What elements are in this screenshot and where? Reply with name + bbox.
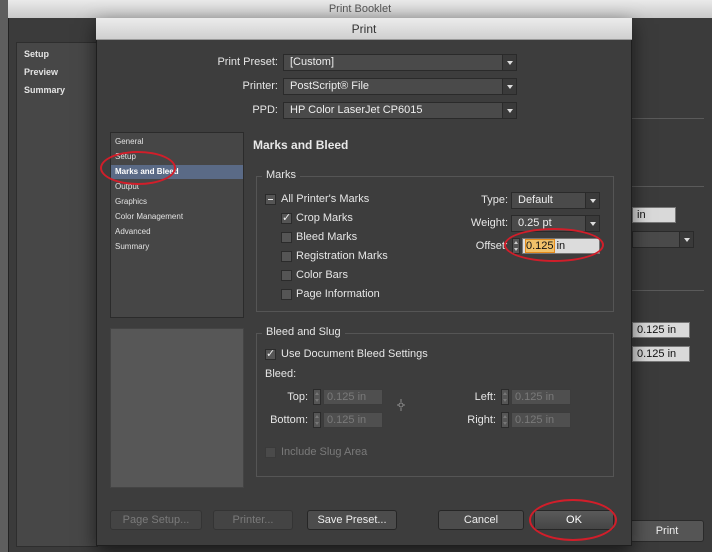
section-title: Marks and Bleed [253, 138, 349, 152]
bg-divider [632, 118, 704, 119]
type-label: Type: [481, 194, 508, 206]
category-marks-and-bleed[interactable]: Marks and Bleed [111, 165, 243, 179]
right-input[interactable]: 0.125 in [511, 412, 571, 428]
right-label: Right: [467, 414, 496, 426]
print-preset-value: [Custom] [290, 56, 335, 68]
printer-dropdown[interactable]: PostScript® File [283, 78, 517, 95]
chevron-down-icon [585, 216, 599, 231]
ppd-value: HP Color LaserJet CP6015 [290, 104, 423, 116]
page-setup-button[interactable]: Page Setup... [110, 510, 202, 530]
left-stepper[interactable] [501, 389, 509, 405]
weight-dropdown[interactable]: 0.25 pt [511, 215, 600, 232]
page-information-label: Page Information [296, 288, 380, 300]
ppd-label: PPD: [252, 104, 278, 116]
offset-input[interactable]: 0.125 in [522, 238, 600, 254]
weight-value: 0.25 pt [518, 217, 552, 229]
registration-marks-label: Registration Marks [296, 250, 388, 262]
print-preset-dropdown[interactable]: [Custom] [283, 54, 517, 71]
color-bars-checkbox[interactable] [281, 270, 292, 281]
background-sidebar: Setup Preview Summary [16, 42, 98, 547]
printer-label: Printer: [242, 80, 278, 92]
dialog-title: Print [96, 18, 632, 40]
bottom-label: Bottom: [270, 414, 308, 426]
chevron-down-icon [585, 193, 599, 208]
print-preset-label: Print Preset: [217, 56, 278, 68]
background-window-title: Print Booklet [8, 0, 712, 18]
bg-sidebar-item-setup[interactable]: Setup [24, 49, 49, 59]
chevron-down-icon [502, 55, 516, 70]
printer-value: PostScript® File [290, 80, 370, 92]
chevron-down-icon [502, 103, 516, 118]
left-label: Left: [474, 391, 496, 403]
printer-button[interactable]: Printer... [213, 510, 293, 530]
save-preset-button[interactable]: Save Preset... [307, 510, 397, 530]
category-advanced[interactable]: Advanced [111, 225, 243, 239]
type-dropdown[interactable]: Default [511, 192, 600, 209]
use-document-bleed-label: Use Document Bleed Settings [281, 348, 428, 360]
bleed-marks-checkbox[interactable] [281, 232, 292, 243]
include-slug-label: Include Slug Area [281, 446, 368, 458]
bottom-stepper[interactable] [313, 412, 321, 428]
color-bars-label: Color Bars [296, 269, 348, 281]
ppd-dropdown[interactable]: HP Color LaserJet CP6015 [283, 102, 517, 119]
bg-field-a[interactable]: 0.125 in [632, 322, 690, 338]
all-printers-marks-label: All Printer's Marks [281, 193, 370, 205]
chevron-down-icon [502, 79, 516, 94]
chain-link-icon[interactable] [394, 398, 408, 412]
use-document-bleed-checkbox[interactable] [265, 347, 276, 360]
chevron-down-icon [679, 232, 693, 247]
page-information-checkbox[interactable] [281, 289, 292, 300]
top-input[interactable]: 0.125 in [323, 389, 383, 405]
top-label: Top: [287, 391, 308, 403]
top-stepper[interactable] [313, 389, 321, 405]
category-output[interactable]: Output [111, 180, 243, 194]
category-general[interactable]: General [111, 135, 243, 149]
ok-button[interactable]: OK [534, 510, 614, 530]
offset-value: 0.125 [525, 239, 555, 253]
bleed-slug-group-title: Bleed and Slug [262, 326, 345, 338]
bg-sidebar-item-preview[interactable]: Preview [24, 67, 58, 77]
crop-marks-checkbox[interactable] [281, 211, 292, 224]
right-stepper[interactable] [501, 412, 509, 428]
offset-label: Offset: [475, 240, 508, 252]
bleed-marks-label: Bleed Marks [296, 231, 358, 243]
offset-stepper[interactable] [512, 238, 520, 254]
bg-sidebar-item-summary[interactable]: Summary [24, 85, 65, 95]
bg-dropdown[interactable] [632, 231, 694, 248]
weight-label: Weight: [470, 217, 508, 229]
bleed-label: Bleed: [265, 368, 297, 380]
category-summary[interactable]: Summary [111, 240, 243, 254]
bg-divider [632, 186, 704, 187]
bg-print-button[interactable]: Print [630, 520, 704, 542]
category-list: General Setup Marks and Bleed Output Gra… [110, 132, 244, 318]
bg-divider [632, 290, 704, 291]
offset-unit: in [556, 240, 566, 252]
category-setup[interactable]: Setup [111, 150, 243, 164]
marks-group-title: Marks [262, 169, 300, 181]
bg-field-b[interactable]: 0.125 in [632, 346, 690, 362]
bottom-input[interactable]: 0.125 in [323, 412, 383, 428]
crop-marks-label: Crop Marks [296, 212, 353, 224]
page-preview [110, 328, 244, 488]
all-printers-marks-checkbox[interactable] [265, 194, 276, 205]
bg-units-field[interactable]: in [632, 207, 676, 223]
cancel-button[interactable]: Cancel [438, 510, 524, 530]
include-slug-checkbox[interactable] [265, 447, 276, 458]
left-input[interactable]: 0.125 in [511, 389, 571, 405]
category-color-management[interactable]: Color Management [111, 210, 243, 224]
registration-marks-checkbox[interactable] [281, 251, 292, 262]
category-graphics[interactable]: Graphics [111, 195, 243, 209]
type-value: Default [518, 194, 553, 206]
